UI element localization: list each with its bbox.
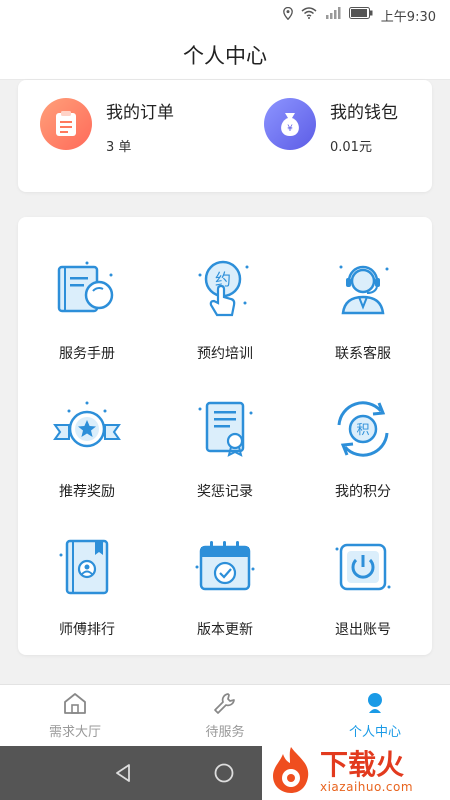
home-icon xyxy=(62,691,88,719)
profile-pin-icon xyxy=(362,691,388,719)
order-list-icon xyxy=(40,98,92,150)
tab-personal-center[interactable]: 个人中心 xyxy=(300,685,450,746)
grid-item-rewards-penalties[interactable]: 奖惩记录 xyxy=(156,355,294,500)
status-time: 上午9:30 xyxy=(380,9,436,25)
tab-demand-hall[interactable]: 需求大厅 xyxy=(0,685,150,746)
ranking-icon xyxy=(47,527,127,607)
grid-label: 版本更新 xyxy=(197,622,253,638)
badge-star-icon xyxy=(47,389,127,469)
grid-item-appointment-training[interactable]: 约 预约培训 xyxy=(156,217,294,362)
page-title: 个人中心 xyxy=(183,43,267,68)
tab-label: 个人中心 xyxy=(348,725,401,740)
my-wallet-entry[interactable]: ¥ 我的钱包 0.01元 xyxy=(264,98,398,155)
grid-label: 退出账号 xyxy=(335,622,391,638)
watermark-title: 下载火 xyxy=(320,748,405,781)
points-icon: 积 xyxy=(323,389,403,469)
power-icon xyxy=(323,527,403,607)
appointment-icon: 约 xyxy=(185,251,265,331)
manual-book-icon xyxy=(47,251,127,331)
status-bar: 上午9:30 xyxy=(0,0,450,30)
back-nav-button[interactable] xyxy=(112,762,134,788)
battery-icon xyxy=(348,7,373,23)
watermark-logo: 下载火 xiazaihuo.com xyxy=(262,744,450,800)
grid-item-referral-reward[interactable]: 推荐奖励 xyxy=(18,355,156,500)
wrench-icon xyxy=(212,691,238,719)
tab-label: 待服务 xyxy=(205,725,245,740)
tab-pending-service[interactable]: 待服务 xyxy=(150,685,300,746)
grid-item-version-update[interactable]: 版本更新 xyxy=(156,493,294,638)
my-orders-title: 我的订单 xyxy=(106,103,174,123)
my-wallet-balance: 0.01元 xyxy=(330,140,372,155)
my-wallet-title: 我的钱包 xyxy=(330,103,398,123)
flame-logo-icon xyxy=(268,745,314,799)
watermark-subtitle: xiazaihuo.com xyxy=(320,780,414,794)
my-orders-entry[interactable]: 我的订单 3 单 xyxy=(40,98,174,155)
signal-icon xyxy=(325,7,341,23)
bottom-tab-bar: 需求大厅 待服务 个人中心 xyxy=(0,684,450,746)
grid-label: 师傅排行 xyxy=(59,622,115,638)
grid-item-master-ranking[interactable]: 师傅排行 xyxy=(18,493,156,638)
summary-card: 我的订单 3 单 ¥ 我的钱包 0.01元 xyxy=(18,80,432,192)
calendar-update-icon xyxy=(185,527,265,607)
wifi-icon xyxy=(301,7,317,23)
grid-item-contact-support[interactable]: 联系客服 xyxy=(294,217,432,362)
location-icon xyxy=(282,6,293,24)
grid-item-service-manual[interactable]: 服务手册 xyxy=(18,217,156,362)
services-grid-card: 服务手册 约 预约培训 联系客服 推荐奖励 奖惩记录 积 我的积分 师傅排行 版… xyxy=(18,217,432,655)
my-orders-count: 3 单 xyxy=(106,140,132,155)
svg-text:积: 积 xyxy=(356,423,369,438)
tab-label: 需求大厅 xyxy=(48,725,101,740)
home-nav-button[interactable] xyxy=(213,762,235,788)
money-bag-icon: ¥ xyxy=(264,98,316,150)
customer-service-icon xyxy=(323,251,403,331)
grid-item-logout[interactable]: 退出账号 xyxy=(294,493,432,638)
svg-text:¥: ¥ xyxy=(287,124,293,134)
certificate-icon xyxy=(185,389,265,469)
grid-item-my-points[interactable]: 积 我的积分 xyxy=(294,355,432,500)
page-header: 个人中心 xyxy=(0,30,450,80)
